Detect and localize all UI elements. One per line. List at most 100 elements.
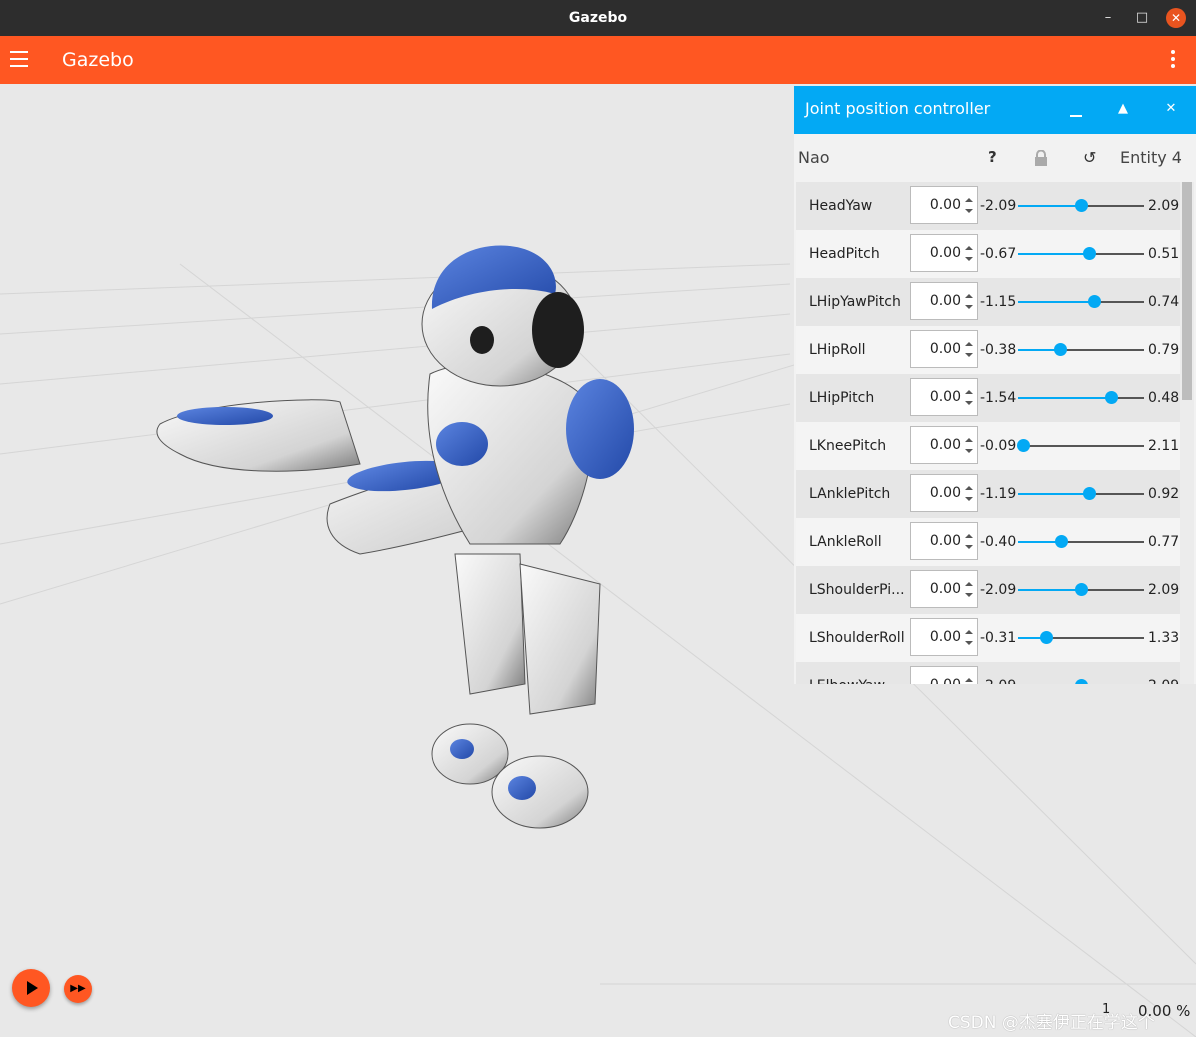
- minimize-panel-icon[interactable]: [1065, 98, 1087, 120]
- joint-value: 0.00: [929, 389, 961, 405]
- app-title: Gazebo: [62, 49, 134, 71]
- joint-slider[interactable]: [1018, 199, 1144, 212]
- joint-slider[interactable]: [1018, 295, 1144, 308]
- joint-value-spinbox[interactable]: 0.00: [910, 570, 978, 608]
- joint-name: LShoulderRoll: [809, 630, 905, 646]
- joint-value: 0.00: [929, 533, 961, 549]
- slider-fill: [1018, 253, 1089, 255]
- joint-slider[interactable]: [1018, 343, 1144, 356]
- joint-max: 2.09: [1148, 198, 1180, 214]
- slider-thumb[interactable]: [1087, 295, 1101, 308]
- joint-row: HeadPitch 0.00 -0.67 0.51: [796, 230, 1180, 278]
- joint-value-spinbox[interactable]: 0.00: [910, 522, 978, 560]
- joint-min: -0.38: [980, 342, 1017, 358]
- joint-row: LElbowYaw0.00 -2.09 2.09: [796, 662, 1180, 684]
- joint-row: LShoulderPi... 0.00 -2.09 2.09: [796, 566, 1180, 614]
- joint-value-spinbox[interactable]: 0.00: [910, 618, 978, 656]
- decrement-arrow-icon[interactable]: [965, 401, 973, 405]
- increment-arrow-icon[interactable]: [965, 438, 973, 442]
- nao-robot[interactable]: [156, 245, 634, 829]
- joint-list: HeadYaw 0.00 -2.09 2.09 HeadPitch 0.00 -0.67 0.…: [796, 182, 1180, 684]
- help-icon[interactable]: ?: [988, 148, 997, 166]
- decrement-arrow-icon[interactable]: [965, 353, 973, 357]
- joint-value-spinbox[interactable]: 0.00: [910, 426, 978, 464]
- model-name: Nao: [798, 148, 830, 167]
- joint-max: 2.09: [1148, 582, 1180, 598]
- minimize-window-button[interactable]: –: [1098, 8, 1118, 28]
- menu-icon[interactable]: [10, 51, 28, 69]
- window-title: Gazebo: [568, 10, 628, 26]
- slider-thumb[interactable]: [1054, 535, 1068, 548]
- increment-arrow-icon[interactable]: [965, 678, 973, 682]
- joint-row: LHipYawPitch 0.00 -1.15 0.74: [796, 278, 1180, 326]
- joint-min: -1.19: [980, 486, 1017, 502]
- decrement-arrow-icon[interactable]: [965, 641, 973, 645]
- slider-thumb[interactable]: [1082, 247, 1096, 260]
- decrement-arrow-icon[interactable]: [965, 497, 973, 501]
- slider-thumb[interactable]: [1039, 631, 1053, 644]
- lock-icon[interactable]: [1034, 150, 1048, 166]
- joint-slider[interactable]: [1018, 583, 1144, 596]
- joint-slider[interactable]: [1018, 535, 1144, 548]
- joint-slider[interactable]: [1018, 631, 1144, 644]
- increment-arrow-icon[interactable]: [965, 390, 973, 394]
- slider-thumb[interactable]: [1082, 487, 1096, 500]
- joint-value: 0.00: [929, 245, 961, 261]
- joint-position-controller-panel: Joint position controller ▲ ✕ Nao ? ↺ En…: [794, 86, 1196, 684]
- slider-fill: [1018, 301, 1094, 303]
- decrement-arrow-icon[interactable]: [965, 545, 973, 549]
- joint-value-spinbox[interactable]: 0.00: [910, 234, 978, 272]
- joint-value: 0.00: [929, 437, 961, 453]
- joint-value-spinbox[interactable]: 0.00: [910, 282, 978, 320]
- joint-min: -1.15: [980, 294, 1017, 310]
- reset-icon[interactable]: ↺: [1083, 148, 1096, 167]
- play-button[interactable]: [12, 969, 50, 1007]
- increment-arrow-icon[interactable]: [965, 294, 973, 298]
- joint-slider[interactable]: [1018, 487, 1144, 500]
- scroll-thumb[interactable]: [1182, 182, 1192, 400]
- increment-arrow-icon[interactable]: [965, 582, 973, 586]
- slider-thumb[interactable]: [1105, 391, 1119, 404]
- slider-thumb[interactable]: [1075, 583, 1088, 596]
- joint-slider[interactable]: [1018, 391, 1144, 404]
- increment-arrow-icon[interactable]: [965, 246, 973, 250]
- joint-slider[interactable]: [1017, 439, 1144, 452]
- joint-list-scrollbar[interactable]: [1180, 182, 1194, 684]
- joint-value-spinbox[interactable]: 0.00: [910, 330, 978, 368]
- decrement-arrow-icon[interactable]: [965, 593, 973, 597]
- decrement-arrow-icon[interactable]: [965, 305, 973, 309]
- joint-value-spinbox[interactable]: 0.00: [910, 474, 978, 512]
- slider-thumb[interactable]: [1075, 199, 1088, 212]
- joint-value-spinbox[interactable]: 0.00: [910, 186, 978, 224]
- slider-thumb[interactable]: [1053, 343, 1067, 356]
- increment-arrow-icon[interactable]: [965, 630, 973, 634]
- close-window-button[interactable]: ✕: [1166, 8, 1186, 28]
- maximize-window-button[interactable]: □: [1132, 8, 1152, 28]
- joint-max: 0.77: [1148, 534, 1180, 550]
- float-panel-icon[interactable]: ▲: [1112, 98, 1134, 120]
- more-options-icon[interactable]: [1170, 50, 1176, 70]
- joint-name: LAnkleRoll: [809, 534, 882, 550]
- joint-slider[interactable]: [1018, 247, 1144, 260]
- increment-arrow-icon[interactable]: [965, 198, 973, 202]
- increment-arrow-icon[interactable]: [965, 486, 973, 490]
- joint-row: LAnklePitch 0.00 -1.19 0.92: [796, 470, 1180, 518]
- joint-max: 0.48: [1148, 390, 1180, 406]
- decrement-arrow-icon[interactable]: [965, 257, 973, 261]
- decrement-arrow-icon[interactable]: [965, 449, 973, 453]
- slider-thumb[interactable]: [1075, 679, 1088, 684]
- increment-arrow-icon[interactable]: [965, 534, 973, 538]
- joint-max: 2.09: [1148, 662, 1179, 684]
- step-forward-button[interactable]: ▶▶: [64, 975, 92, 1003]
- joint-min: -1.54: [980, 390, 1017, 406]
- joint-value: 0.00: [929, 581, 961, 597]
- slider-thumb[interactable]: [1017, 439, 1031, 452]
- joint-max: 1.33: [1148, 630, 1180, 646]
- decrement-arrow-icon[interactable]: [965, 209, 973, 213]
- close-panel-icon[interactable]: ✕: [1160, 98, 1182, 120]
- slider-fill: [1018, 493, 1089, 495]
- joint-value-spinbox[interactable]: 0.00: [910, 666, 978, 684]
- joint-row: LHipPitch 0.00 -1.54 0.48: [796, 374, 1180, 422]
- increment-arrow-icon[interactable]: [965, 342, 973, 346]
- joint-value-spinbox[interactable]: 0.00: [910, 378, 978, 416]
